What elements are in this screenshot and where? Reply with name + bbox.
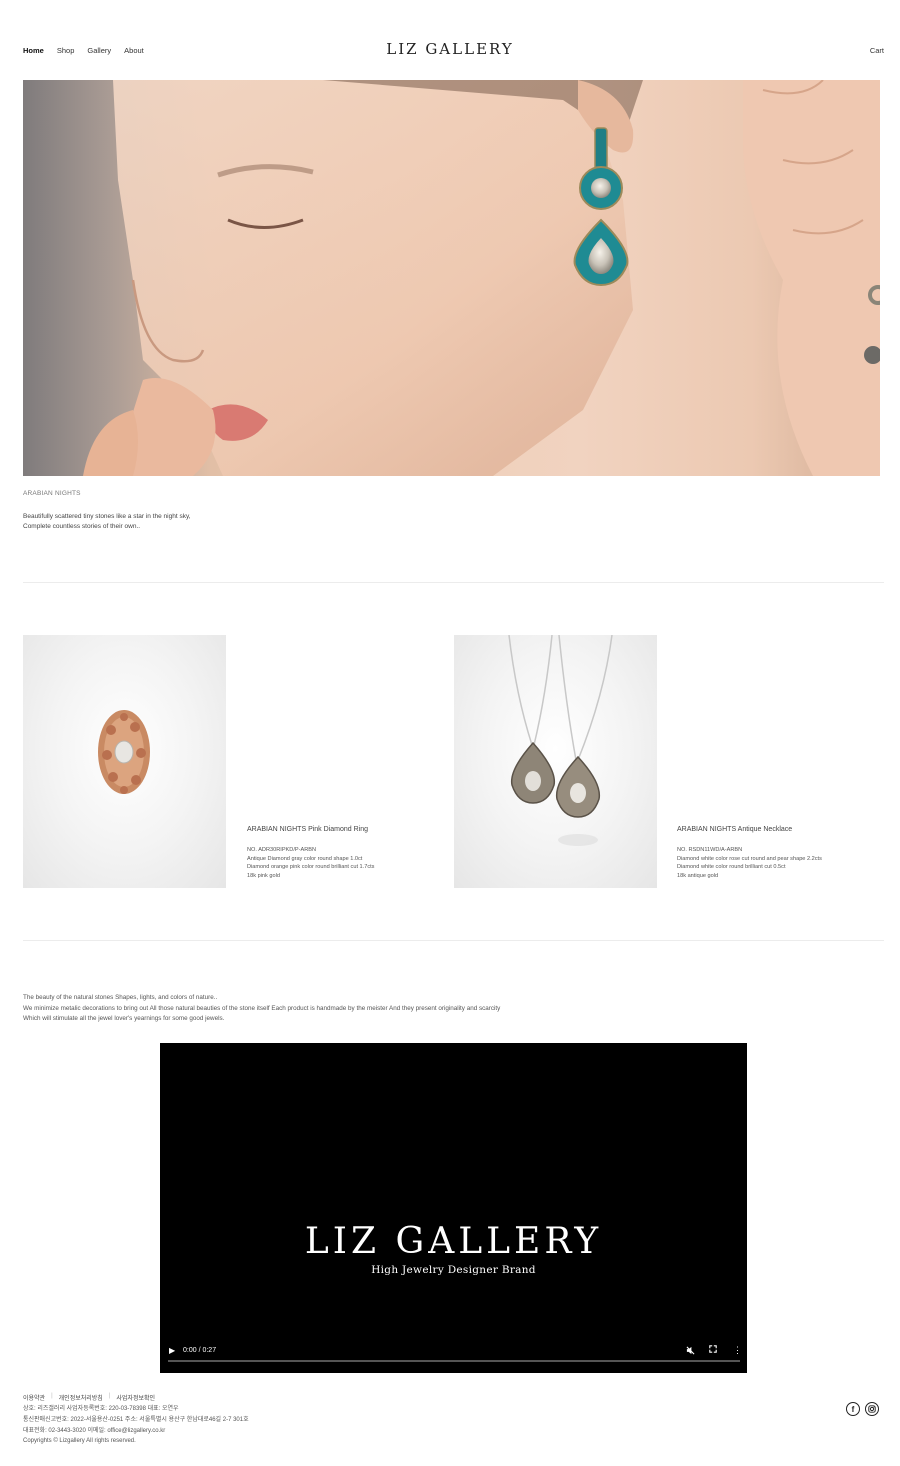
product-detail-line: NO. ADR30RIPKD/P-ARBN (247, 847, 317, 853)
fullscreen-glyph-icon (709, 1345, 717, 1353)
site-logo[interactable]: LIZ GALLERY (0, 40, 900, 58)
facebook-icon[interactable]: f (846, 1402, 860, 1416)
product-image-ring[interactable] (23, 635, 226, 888)
copyright: Copyrights © Lizgallery All rights reser… (23, 1438, 136, 1445)
footer-info-line: 통신판매신고번호: 2022-서울용산-0251 주소: 서울특별시 용산구 한… (23, 1416, 249, 1423)
product-image-necklace[interactable] (454, 635, 657, 888)
fullscreen-icon[interactable] (709, 1345, 717, 1355)
product-name-ring[interactable]: ARABIAN NIGHTS Pink Diamond Ring (247, 826, 368, 833)
product-detail-line: 18k pink gold (247, 872, 280, 879)
ring-photo (98, 710, 150, 794)
video-controls: ▶ 0:00 / 0:27 ⋮ (160, 1341, 747, 1373)
section-divider (23, 582, 884, 583)
hero-photo (83, 80, 880, 476)
product-detail-line: Diamond white color rose cut round and p… (677, 855, 822, 862)
business-info-link[interactable]: 사업자정보확인 (116, 1393, 155, 1402)
hero-desc-line: Complete countless stories of their own.… (23, 523, 141, 530)
video-progress-bar[interactable] (168, 1360, 740, 1362)
footer-links: 이용약관 | 개인정보처리방침 | 사업자정보확인 (23, 1393, 155, 1402)
video-time: 0:00 / 0:27 (183, 1347, 217, 1354)
privacy-link[interactable]: 개인정보처리방침 (59, 1393, 103, 1402)
story-line: Which will stimulate all the jewel lover… (23, 1015, 225, 1022)
video-subtitle: High Jewelry Designer Brand (371, 1264, 536, 1276)
more-options-icon[interactable]: ⋮ (733, 1345, 742, 1356)
hero-desc-line: Beautifully scattered tiny stones like a… (23, 513, 191, 520)
product-details-necklace: NO. RSDN11WD/A-ARBN Diamond white color … (677, 846, 822, 880)
product-name-necklace[interactable]: ARABIAN NIGHTS Antique Necklace (677, 826, 792, 833)
hero-description: Beautifully scattered tiny stones like a… (23, 512, 191, 532)
product-detail-line: NO. RSDN11WD/A-ARBN (677, 847, 743, 853)
product-details-ring: NO. ADR30RIPKD/P-ARBN Antique Diamond gr… (247, 846, 374, 880)
story-line: We minimize metalic decorations to bring… (23, 1004, 501, 1012)
speaker-muted-icon (686, 1346, 695, 1355)
instagram-icon[interactable] (865, 1402, 879, 1416)
link-separator: | (108, 1393, 111, 1399)
brand-story: The beauty of the natural stones Shapes,… (23, 993, 500, 1025)
story-line: The beauty of the natural stones Shapes,… (23, 994, 218, 1001)
footer-info: 상호: 리즈갤러리 사업자등록번호: 220-03-78398 대표: 오연우 … (23, 1404, 249, 1447)
play-icon[interactable]: ▶ (169, 1346, 175, 1355)
instagram-glyph-icon (868, 1405, 876, 1413)
footer-info-line: 대표전화: 02-3443-3020 이메일: office@lizgaller… (23, 1427, 166, 1434)
video-title: LIZ GALLERY (304, 1221, 603, 1262)
product-detail-line: 18k antique gold (677, 872, 719, 879)
necklace-photo (508, 635, 613, 846)
product-detail-line: Diamond orange pink color round brillian… (247, 864, 375, 870)
product-detail-line: Diamond white color round brilliant cut … (677, 864, 786, 870)
section-divider (23, 940, 884, 941)
cart-link[interactable]: Cart (870, 46, 884, 55)
hero-caption: ARABIAN NIGHTS (23, 490, 81, 497)
social-links: f (846, 1402, 879, 1416)
product-detail-line: Antique Diamond gray color round shape 1… (247, 855, 363, 862)
mute-icon[interactable] (686, 1346, 695, 1357)
video-player[interactable]: LIZ GALLERY High Jewelry Designer Brand … (160, 1043, 747, 1373)
hero-image (23, 80, 880, 476)
footer-info-line: 상호: 리즈갤러리 사업자등록번호: 220-03-78398 대표: 오연우 (23, 1406, 179, 1412)
link-separator: | (51, 1393, 53, 1399)
terms-link[interactable]: 이용약관 (23, 1393, 45, 1402)
